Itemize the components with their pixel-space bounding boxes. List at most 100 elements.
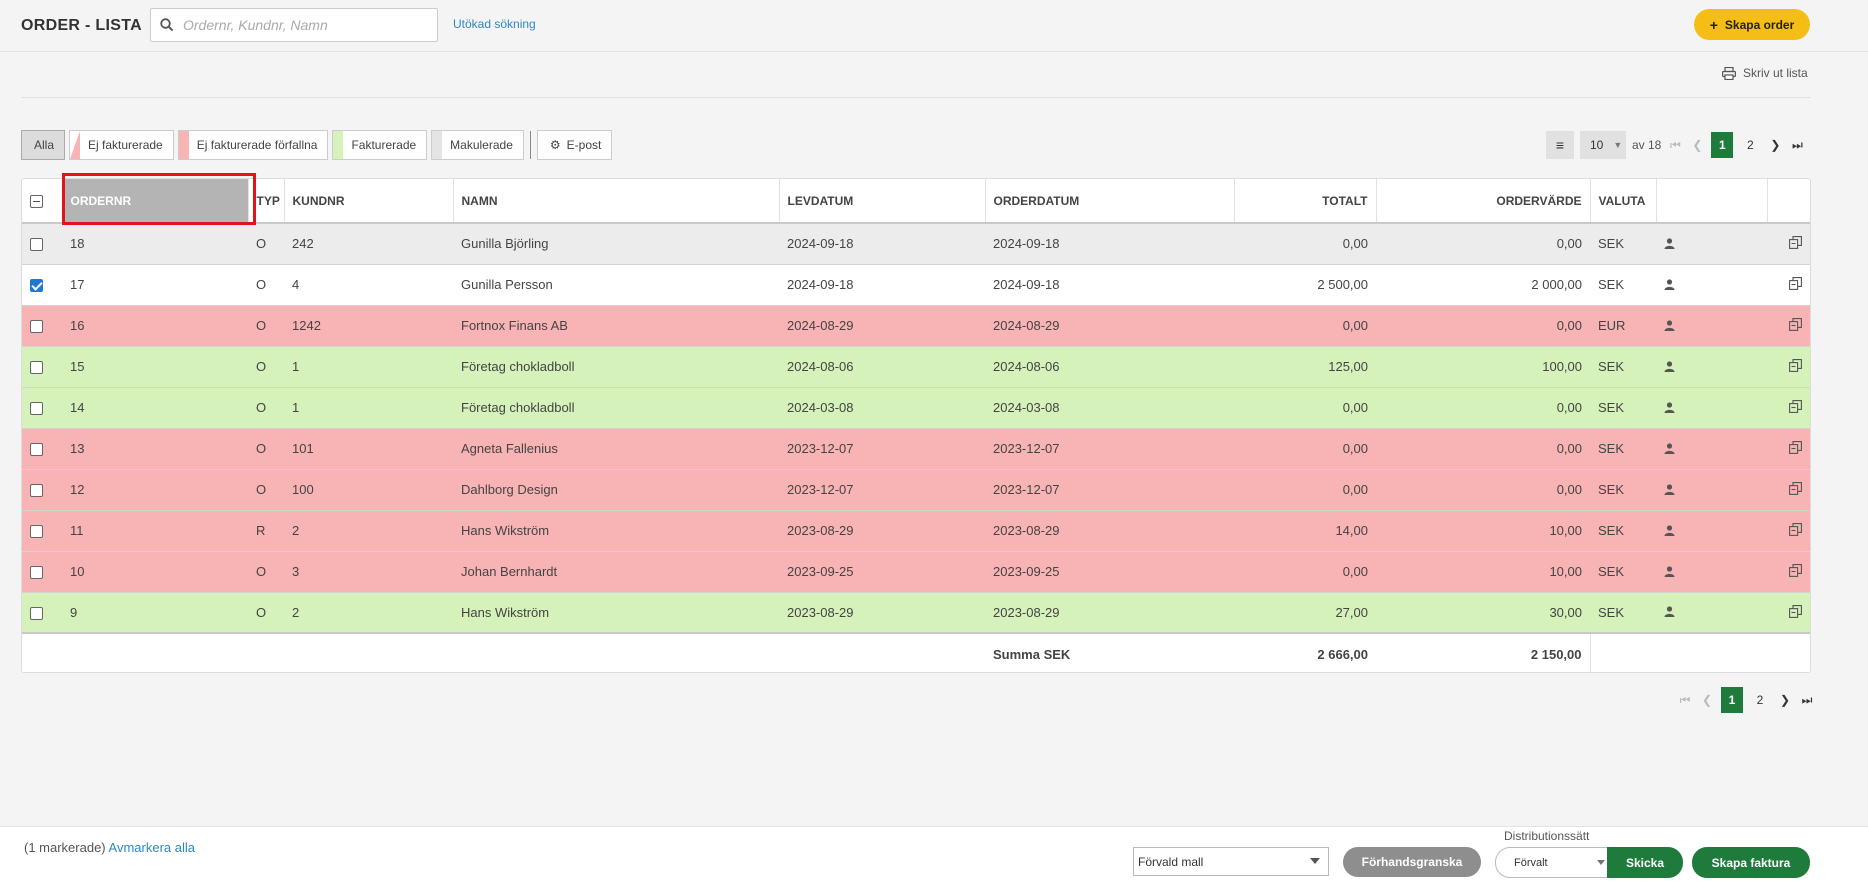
copy-icon[interactable] (1789, 399, 1802, 416)
user-icon[interactable] (1664, 483, 1675, 498)
last-page-icon[interactable]: ⏭ (1799, 690, 1815, 710)
filter-invoiced-button[interactable]: Fakturerade (332, 130, 428, 160)
preview-button[interactable]: Förhandsgranska (1343, 847, 1481, 877)
create-order-button[interactable]: + Skapa order (1694, 9, 1810, 40)
copy-icon[interactable] (1789, 440, 1802, 457)
filter-all-button[interactable]: Alla (21, 130, 66, 160)
page-size-select[interactable]: 10 ▼ (1580, 131, 1626, 159)
cell-levdatum: 2023-09-25 (779, 551, 985, 593)
column-header-ordervarde[interactable]: ORDERVÄRDE (1376, 179, 1591, 224)
table-row[interactable]: 10 O 3 Johan Bernhardt 2023-09-25 2023-09-25 0… (22, 551, 1810, 593)
cell-typ: R (248, 510, 284, 552)
copy-icon[interactable] (1789, 604, 1802, 621)
user-icon[interactable] (1664, 360, 1675, 375)
search-input[interactable] (179, 9, 434, 41)
copy-icon[interactable] (1789, 522, 1802, 539)
page-1-button[interactable]: 1 (1721, 687, 1743, 713)
table-row[interactable]: 11 R 2 Hans Wikström 2023-08-29 2023-08-29 14,… (22, 510, 1810, 552)
user-icon[interactable] (1664, 401, 1675, 416)
next-page-icon[interactable]: ❯ (1767, 135, 1783, 155)
cell-ordervarde: 30,00 (1376, 592, 1590, 634)
cell-typ: O (248, 592, 284, 634)
table-row[interactable]: 17 O 4 Gunilla Persson 2024-09-18 2024-09-18 2… (22, 264, 1810, 306)
copy-icon[interactable] (1789, 236, 1802, 252)
cell-valuta: SEK (1590, 551, 1656, 593)
user-icon[interactable] (1664, 442, 1675, 457)
column-header-levdatum[interactable]: LEVDATUM (779, 179, 986, 224)
user-icon[interactable] (1664, 565, 1675, 580)
template-select[interactable]: Förvald mall (1133, 847, 1329, 876)
send-button[interactable]: Skicka (1607, 847, 1683, 878)
user-icon[interactable] (1664, 605, 1675, 620)
column-header-kundnr[interactable]: KUNDNR (284, 179, 454, 224)
column-header-totalt[interactable]: TOTALT (1234, 179, 1377, 224)
table-row[interactable]: 14 O 1 Företag chokladboll 2024-03-08 2024-03… (22, 387, 1810, 429)
column-header-actions (1767, 179, 1810, 224)
filter-not-invoiced-button[interactable]: Ej fakturerade (69, 130, 174, 160)
table-row[interactable]: 16 O 1242 Fortnox Finans AB 2024-08-29 2024-0… (22, 305, 1810, 347)
row-checkbox[interactable] (30, 484, 43, 498)
page-2-button[interactable]: 2 (1739, 132, 1761, 158)
column-header-typ[interactable]: TYP (248, 179, 285, 224)
column-header-ordernr[interactable]: ORDERNR (62, 179, 249, 224)
first-page-icon[interactable]: ⏮ (1667, 135, 1683, 155)
next-page-icon[interactable]: ❯ (1777, 690, 1793, 710)
table-row[interactable]: 18 O 242 Gunilla Björling 2024-09-18 2024-09-… (22, 223, 1810, 265)
page-2-button[interactable]: 2 (1749, 687, 1771, 713)
copy-icon[interactable] (1789, 563, 1802, 580)
column-header-orderdatum[interactable]: ORDERDATUM (985, 179, 1235, 224)
row-checkbox[interactable] (30, 238, 43, 252)
column-header-namn[interactable]: NAMN (453, 179, 780, 224)
cell-kundnr: 3 (284, 551, 453, 593)
filter-email-button[interactable]: ⚙ E-post (536, 130, 613, 160)
row-checkbox[interactable] (30, 566, 43, 580)
last-page-icon[interactable]: ⏭ (1789, 135, 1805, 155)
row-checkbox[interactable] (30, 443, 43, 457)
copy-icon[interactable] (1789, 276, 1802, 293)
create-invoice-button[interactable]: Skapa faktura (1692, 847, 1810, 878)
copy-icon[interactable] (1789, 481, 1802, 498)
row-select-cell (22, 551, 62, 593)
status-filter-bar: Alla Ej fakturerade Ej fakturerade förfa… (21, 130, 613, 160)
deselect-all-link[interactable]: Avmarkera alla (109, 840, 195, 855)
column-header-valuta[interactable]: VALUTA (1590, 179, 1657, 224)
table-row[interactable]: 13 O 101 Agneta Fallenius 2023-12-07 2023-12-… (22, 428, 1810, 470)
cell-typ: O (248, 428, 284, 470)
row-checkbox[interactable] (30, 279, 43, 293)
cell-namn: Agneta Fallenius (453, 428, 779, 470)
table-row[interactable]: 12 O 100 Dahlborg Design 2023-12-07 2023-12-0… (22, 469, 1810, 511)
user-icon[interactable] (1664, 319, 1675, 334)
row-checkbox[interactable] (30, 361, 43, 375)
cell-user (1656, 223, 1767, 265)
user-icon[interactable] (1664, 524, 1675, 539)
cell-ordernr: 18 (62, 223, 248, 265)
filter-not-invoiced-overdue-button[interactable]: Ej fakturerade förfallna (177, 130, 329, 160)
row-checkbox[interactable] (30, 320, 43, 334)
invoiced-swatch (333, 131, 344, 159)
user-icon[interactable] (1664, 278, 1675, 293)
prev-page-icon[interactable]: ❮ (1689, 135, 1705, 155)
filter-cancelled-button[interactable]: Makulerade (431, 130, 524, 160)
cell-user (1656, 428, 1767, 470)
advanced-search-link[interactable]: Utökad sökning (453, 17, 536, 31)
table-row[interactable]: 15 O 1 Företag chokladboll 2024-08-06 2024-08… (22, 346, 1810, 388)
select-all-checkbox[interactable] (30, 194, 43, 208)
search-box[interactable] (150, 8, 438, 42)
row-checkbox[interactable] (30, 606, 43, 620)
cell-ordernr: 14 (62, 387, 248, 429)
page-1-button[interactable]: 1 (1711, 132, 1734, 158)
column-menu-button[interactable]: ≡ (1546, 131, 1574, 159)
cell-ordernr: 9 (62, 592, 248, 634)
copy-icon[interactable] (1789, 358, 1802, 375)
print-list-link[interactable]: Skriv ut lista (1722, 66, 1808, 80)
first-page-icon[interactable]: ⏮ (1677, 690, 1693, 710)
table-row[interactable]: 9 O 2 Hans Wikström 2023-08-29 2023-08-29 27,0… (22, 592, 1810, 634)
row-checkbox[interactable] (30, 525, 43, 539)
prev-page-icon[interactable]: ❮ (1699, 690, 1715, 710)
user-icon[interactable] (1664, 237, 1675, 252)
row-checkbox[interactable] (30, 402, 43, 416)
copy-icon[interactable] (1789, 317, 1802, 334)
distribution-select[interactable]: Förvalt (1495, 847, 1610, 878)
cell-valuta: SEK (1590, 223, 1656, 265)
selection-info: (1 markerade) Avmarkera alla (24, 840, 195, 855)
